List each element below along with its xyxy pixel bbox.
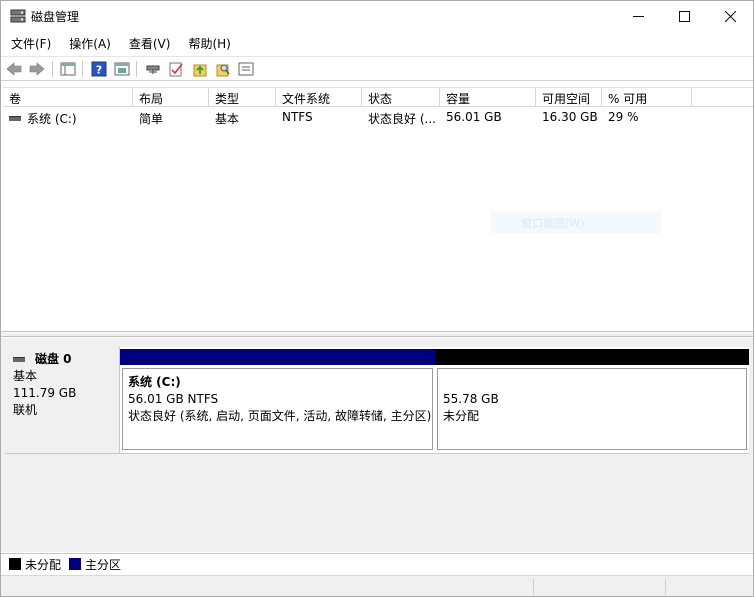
disk-icon [13,357,25,362]
minimize-button[interactable] [615,1,661,31]
legend: 未分配 主分区 [1,553,753,574]
table-row[interactable]: 系统 (C:) 简单 基本 NTFS 状态良好 (... 56.01 GB 16… [3,108,753,126]
cell-free-space: 16.30 GB [542,110,598,124]
column-header-status[interactable]: 状态 [362,88,440,107]
status-bar-separator [533,579,534,595]
volume-name: 系统 (C:) [27,111,77,126]
menu-help[interactable]: 帮助(H) [178,32,238,54]
properties-button[interactable] [113,60,131,78]
column-header-filesystem[interactable]: 文件系统 [276,88,362,107]
volume-list-pane: 卷 布局 类型 文件系统 状态 容量 可用空间 % 可用 系统 (C:) 简单 … [1,83,753,332]
partition-bar-unallocated [435,349,749,365]
disk-type: 基本 [13,369,38,383]
console-tree-icon [60,62,76,76]
connect-drive-button[interactable] [144,60,162,78]
volume-table-header: 卷 布局 类型 文件系统 状态 容量 可用空间 % 可用 [3,87,753,107]
partition-body: 55.78 GB 未分配 [437,368,747,450]
checklist-button[interactable] [167,60,185,78]
volume-icon [9,116,21,121]
minimize-icon [632,15,644,17]
folder-up-button[interactable] [191,60,209,78]
legend-swatch-primary [69,558,82,570]
partition-unallocated[interactable]: 55.78 GB 未分配 [435,347,749,450]
disk-title: 磁盘 0 [13,351,119,368]
column-header-free-space[interactable]: 可用空间 [536,88,602,107]
status-bar [1,575,753,596]
console-tree-button[interactable] [59,60,77,78]
partition-name [443,374,746,391]
partition-status: 状态良好 (系统, 启动, 页面文件, 活动, 故障转储, 主分区) [128,409,432,423]
legend-label-primary: 主分区 [85,557,122,572]
disk-size: 111.79 GB [13,386,77,400]
view-button[interactable] [237,60,255,78]
watermark-overlay: 窗口截图(W) [491,211,661,233]
toolbar-separator [136,61,137,77]
connect-drive-icon [146,65,160,74]
back-button[interactable] [5,60,23,78]
back-arrow-icon [6,62,22,76]
partition-size-fs: 56.01 GB NTFS [128,392,219,406]
disk-0-partitions: 系统 (C:) 56.01 GB NTFS 状态良好 (系统, 启动, 页面文件… [120,347,749,454]
window-title: 磁盘管理 [31,10,80,24]
status-bar-separator [665,579,666,595]
pane-splitter[interactable] [1,333,753,337]
column-header-type[interactable]: 类型 [209,88,276,107]
partition-name: 系统 (C:) [128,375,181,389]
partition-status: 未分配 [443,409,480,423]
cell-capacity: 56.01 GB [446,110,502,124]
toolbar-separator [52,61,53,77]
maximize-button[interactable] [661,1,707,31]
column-header-layout[interactable]: 布局 [133,88,209,107]
help-button[interactable]: ? [90,60,108,78]
properties-icon [114,62,130,76]
disk-management-app-icon [10,9,26,23]
disk-name: 磁盘 0 [35,352,72,366]
maximize-icon [678,10,690,22]
disk-status: 联机 [13,403,38,417]
partition-body: 系统 (C:) 56.01 GB NTFS 状态良好 (系统, 启动, 页面文件… [122,368,433,450]
disk-management-window: 磁盘管理 文件(F) 操作(A) 查看(V) 帮助(H) ? 卷 布局 类型 文… [0,0,754,597]
disk-graphical-pane: 磁盘 0 基本 111.79 GB 联机 系统 (C:) 56.01 GB NT… [1,338,753,552]
menu-file[interactable]: 文件(F) [1,32,59,54]
forward-arrow-icon [29,62,45,76]
forward-button[interactable] [28,60,46,78]
svg-text:?: ? [96,64,102,77]
cell-filesystem: NTFS [282,110,313,124]
help-icon: ? [91,61,107,77]
legend-label-unallocated: 未分配 [25,557,62,572]
close-icon [724,10,736,22]
toolbar: ? [1,56,753,81]
find-icon [216,64,230,77]
view-icon [238,62,254,76]
menu-bar: 文件(F) 操作(A) 查看(V) 帮助(H) [1,32,753,54]
partition-size: 55.78 GB [443,392,499,406]
checklist-icon [169,62,183,77]
menu-view[interactable]: 查看(V) [119,32,179,54]
legend-swatch-unallocated [9,558,21,570]
partition-system-c[interactable]: 系统 (C:) 56.01 GB NTFS 状态良好 (系统, 启动, 页面文件… [120,347,435,450]
toolbar-separator [82,61,83,77]
column-header-filler [692,88,753,107]
cell-volume: 系统 (C:) [3,108,133,126]
disk-0-label[interactable]: 磁盘 0 基本 111.79 GB 联机 [5,347,120,454]
find-button[interactable] [214,60,232,78]
column-header-percent-free[interactable]: % 可用 [602,88,692,107]
partition-bar-primary [120,349,435,365]
cell-percent-free: 29 % [608,110,639,124]
cell-type: 基本 [215,112,240,126]
column-header-volume[interactable]: 卷 [3,88,133,107]
folder-up-icon [193,64,207,77]
column-header-capacity[interactable]: 容量 [440,88,536,107]
cell-status: 状态良好 (... [368,112,436,126]
menu-action[interactable]: 操作(A) [59,32,119,54]
cell-layout: 简单 [139,112,164,126]
title-bar: 磁盘管理 [1,1,753,32]
close-button[interactable] [707,1,753,31]
